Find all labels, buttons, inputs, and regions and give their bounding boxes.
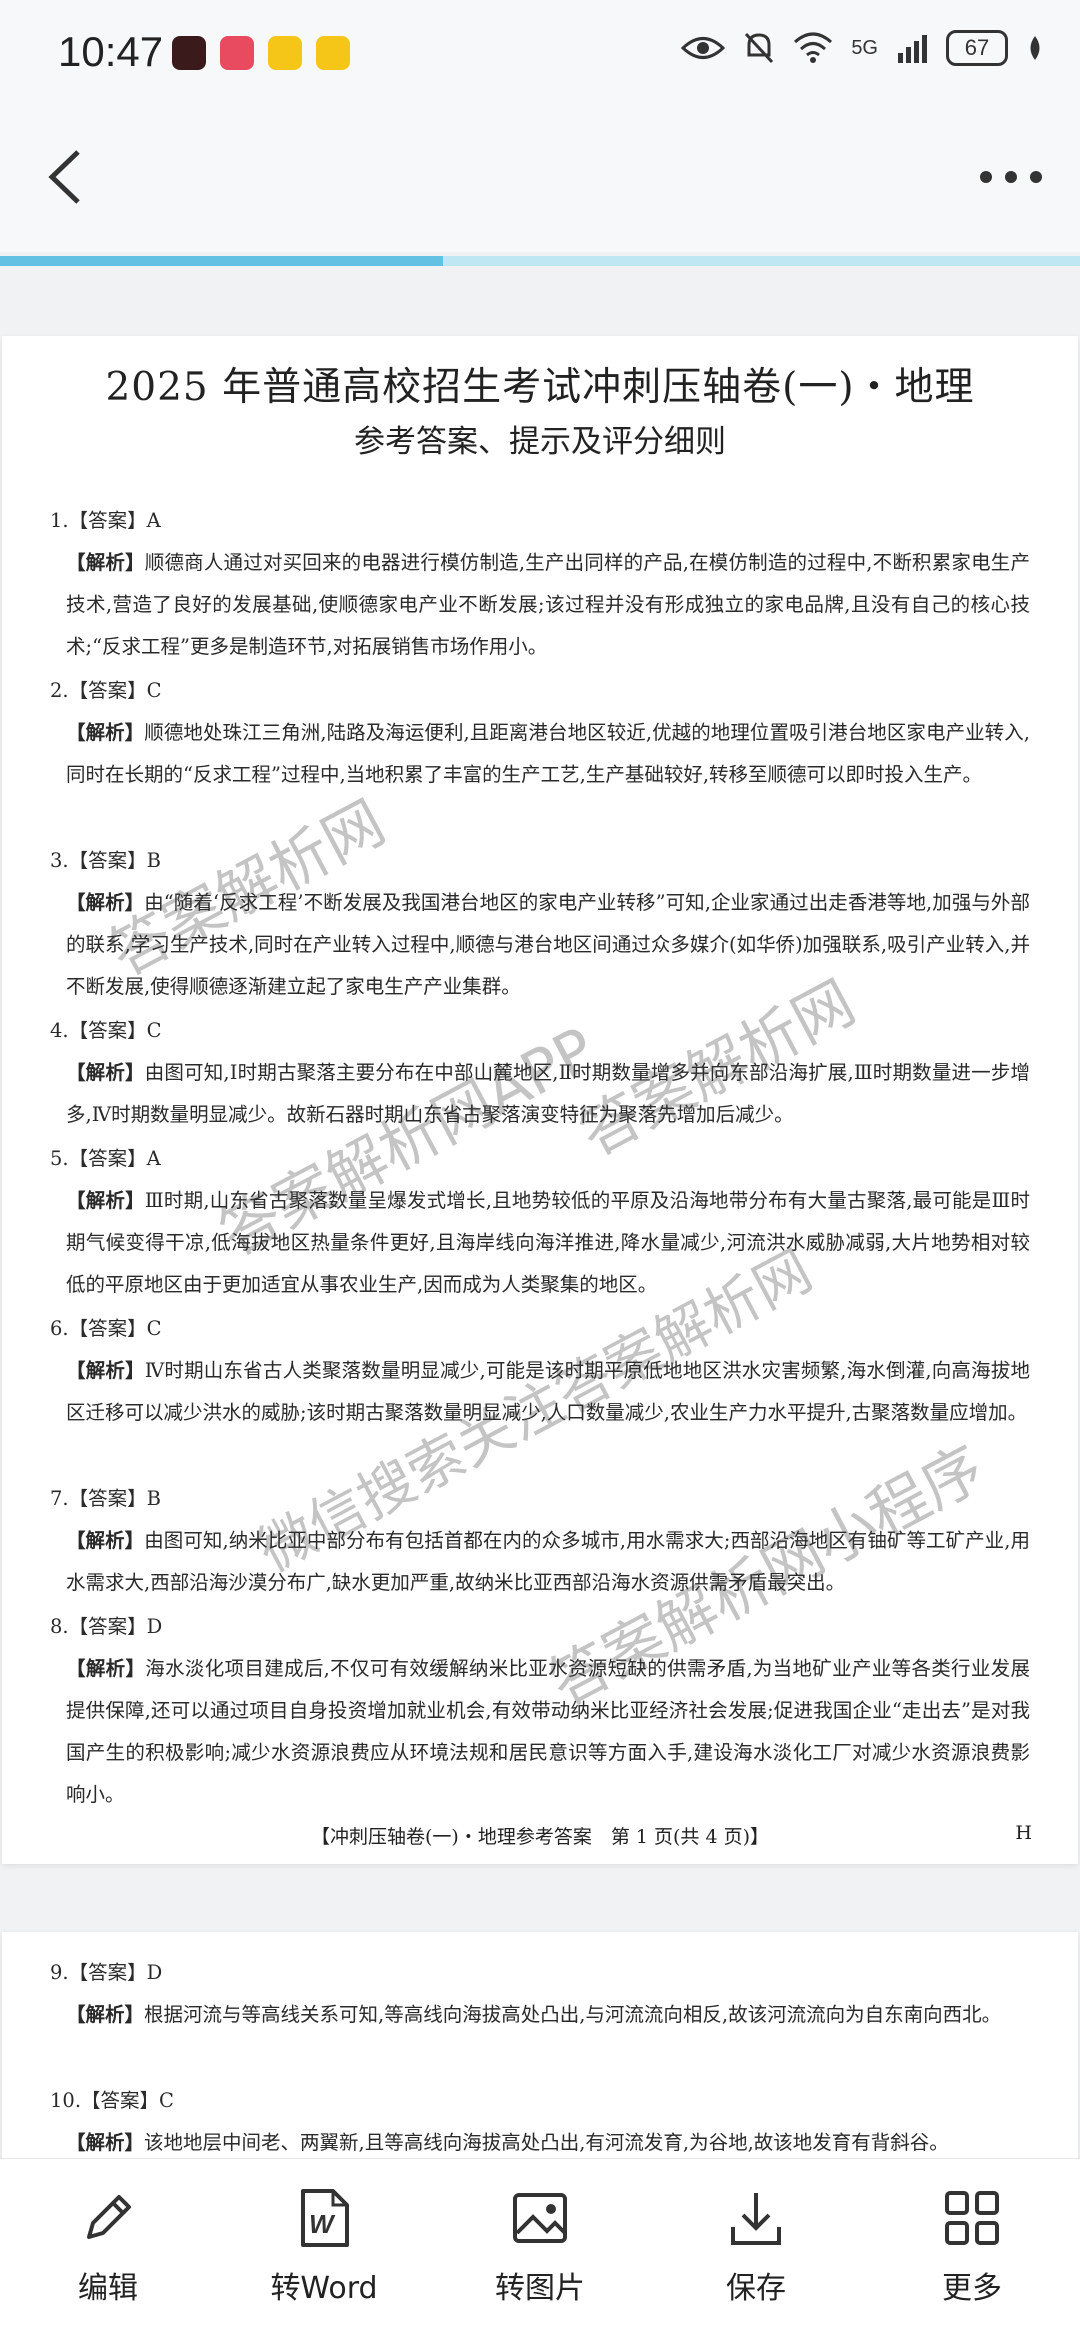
analysis-tag: 【解析】 bbox=[66, 2131, 145, 2154]
analysis-body: 海水淡化项目建成后,不仅可有效缓解纳米比亚水资源短缺的供需矛盾,为当地矿业产业等… bbox=[66, 1657, 1030, 1806]
wifi-icon bbox=[794, 32, 833, 63]
bottom-toolbar: 编辑 W 转Word 转图片 保存 更多 bbox=[0, 2158, 1080, 2341]
reading-progress-fill bbox=[0, 256, 443, 266]
download-icon bbox=[731, 2193, 781, 2245]
answer-line: 1.【答案】A bbox=[50, 509, 161, 532]
answer-line: 7.【答案】B bbox=[50, 1487, 161, 1510]
analysis-body: Ⅳ时期山东省古人类聚落数量明显减少,可能是该时期平原低地地区洪水灾害频繁,海水倒… bbox=[66, 1359, 1030, 1424]
analysis-body: 根据河流与等高线关系可知,等高线向海拔高处凸出,与河流流向相反,故该河流流向为自… bbox=[144, 2003, 1002, 2026]
analysis-text: 【解析】Ⅳ时期山东省古人类聚落数量明显减少,可能是该时期平原低地地区洪水灾害频繁… bbox=[50, 1350, 1030, 1434]
top-bar bbox=[0, 110, 1080, 252]
signal-icon bbox=[898, 35, 927, 63]
analysis-text: 【解析】Ⅲ时期,山东省古聚落数量呈爆发式增长,且地势较低的平原及沿海地带分布有大… bbox=[50, 1180, 1030, 1306]
question-1: 1.【答案】A 【解析】顺德商人通过对买回来的电器进行模仿制造,生产出同样的产品… bbox=[50, 500, 1030, 668]
analysis-body: 顺德商人通过对买回来的电器进行模仿制造,生产出同样的产品,在模仿制造的过程中,不… bbox=[66, 551, 1030, 658]
convert-to-image-label: 转图片 bbox=[495, 2271, 585, 2306]
clock: 10:47 bbox=[58, 28, 164, 75]
answer-line: 10.【答案】C bbox=[50, 2089, 174, 2112]
more-button[interactable]: 更多 bbox=[892, 2187, 1052, 2327]
pencil-icon bbox=[87, 2195, 131, 2239]
page-footer: 【冲刺压轴卷(一)・地理参考答案 第 1 页(共 4 页)】 bbox=[311, 1826, 769, 1848]
convert-to-word-label: 转Word bbox=[270, 2271, 378, 2306]
network-type: 5G bbox=[851, 36, 878, 59]
edit-button[interactable]: 编辑 bbox=[28, 2187, 188, 2327]
analysis-text: 【解析】由“随着‘反求工程’不断发展及我国港台地区的家电产业转移”可知,企业家通… bbox=[50, 882, 1030, 1008]
analysis-body: 由图可知,Ⅰ时期古聚落主要分布在中部山麓地区,Ⅱ时期数量增多并向东部沿海扩展,Ⅲ… bbox=[66, 1061, 1030, 1126]
analysis-body: 由图可知,纳米比亚中部分布有包括首都在内的众多城市,用水需求大;西部沿海地区有铀… bbox=[66, 1529, 1030, 1594]
answer-line: 6.【答案】C bbox=[50, 1317, 162, 1340]
analysis-tag: 【解析】 bbox=[66, 721, 145, 744]
meituan-notification-icon-2 bbox=[316, 36, 350, 70]
document-subtitle: 参考答案、提示及评分细则 bbox=[354, 424, 726, 460]
analysis-tag: 【解析】 bbox=[66, 1189, 145, 1212]
grid-menu-icon bbox=[945, 2191, 999, 2245]
analysis-body: Ⅲ时期,山东省古聚落数量呈爆发式增长,且地势较低的平原及沿海地带分布有大量古聚落… bbox=[66, 1189, 1030, 1296]
back-arrow-icon[interactable] bbox=[34, 142, 104, 212]
question-7: 7.【答案】B 【解析】由图可知,纳米比亚中部分布有包括首都在内的众多城市,用水… bbox=[50, 1478, 1030, 1604]
svg-text:W: W bbox=[309, 2209, 336, 2239]
document-page-1: 2025 年普通高校招生考试冲刺压轴卷(一)・地理 参考答案、提示及评分细则 1… bbox=[2, 336, 1078, 1864]
status-bar: 10:47 5G 67 bbox=[0, 0, 1080, 110]
answer-line: 5.【答案】A bbox=[50, 1147, 161, 1170]
answer-line: 8.【答案】D bbox=[50, 1615, 163, 1638]
battery-icon: 67 bbox=[946, 30, 1008, 66]
page-footer-mark: H bbox=[1015, 1822, 1032, 1844]
analysis-body: 由“随着‘反求工程’不断发展及我国港台地区的家电产业转移”可知,企业家通过出走香… bbox=[66, 891, 1030, 998]
analysis-text: 【解析】顺德商人通过对买回来的电器进行模仿制造,生产出同样的产品,在模仿制造的过… bbox=[50, 542, 1030, 668]
question-9: 9.【答案】D 【解析】根据河流与等高线关系可知,等高线向海拔高处凸出,与河流流… bbox=[50, 1952, 1030, 2036]
analysis-tag: 【解析】 bbox=[66, 2003, 145, 2026]
convert-to-image-button[interactable]: 转图片 bbox=[460, 2187, 620, 2327]
save-label: 保存 bbox=[726, 2271, 786, 2306]
analysis-tag: 【解析】 bbox=[66, 1529, 145, 1552]
question-4: 4.【答案】C 【解析】由图可知,Ⅰ时期古聚落主要分布在中部山麓地区,Ⅱ时期数量… bbox=[50, 1010, 1030, 1136]
analysis-text: 【解析】根据河流与等高线关系可知,等高线向海拔高处凸出,与河流流向相反,故该河流… bbox=[50, 1994, 1030, 2036]
question-10: 10.【答案】C 【解析】该地地层中间老、两翼新,且等高线向海拔高处凸出,有河流… bbox=[50, 2080, 1030, 2164]
analysis-text: 【解析】顺德地处珠江三角洲,陆路及海运便利,且距离港台地区较近,优越的地理位置吸… bbox=[50, 712, 1030, 796]
eye-icon bbox=[681, 37, 726, 59]
leaf-icon bbox=[1030, 36, 1040, 60]
app-notification-icon bbox=[172, 36, 206, 70]
meituan-notification-icon bbox=[268, 36, 302, 70]
status-icons: 5G 67 bbox=[681, 30, 1044, 66]
question-3: 3.【答案】B 【解析】由“随着‘反求工程’不断发展及我国港台地区的家电产业转移… bbox=[50, 840, 1030, 1008]
convert-to-word-button[interactable]: W 转Word bbox=[244, 2187, 404, 2327]
answer-line: 9.【答案】D bbox=[50, 1961, 163, 1984]
answer-line: 4.【答案】C bbox=[50, 1019, 162, 1042]
more-options-icon[interactable] bbox=[976, 162, 1046, 192]
document-page-2: 9.【答案】D 【解析】根据河流与等高线关系可知,等高线向海拔高处凸出,与河流流… bbox=[2, 1932, 1078, 2162]
analysis-text: 【解析】由图可知,纳米比亚中部分布有包括首都在内的众多城市,用水需求大;西部沿海… bbox=[50, 1520, 1030, 1604]
answer-line: 2.【答案】C bbox=[50, 679, 162, 702]
book-app-notification-icon bbox=[220, 36, 254, 70]
analysis-tag: 【解析】 bbox=[66, 1061, 145, 1084]
analysis-text: 【解析】海水淡化项目建成后,不仅可有效缓解纳米比亚水资源短缺的供需矛盾,为当地矿… bbox=[50, 1648, 1030, 1816]
document-title: 2025 年普通高校招生考试冲刺压轴卷(一)・地理 bbox=[105, 365, 975, 410]
analysis-body: 该地地层中间老、两翼新,且等高线向海拔高处凸出,有河流发育,为谷地,故该地发育有… bbox=[144, 2131, 949, 2154]
more-label: 更多 bbox=[942, 2271, 1002, 2306]
question-6: 6.【答案】C 【解析】Ⅳ时期山东省古人类聚落数量明显减少,可能是该时期平原低地… bbox=[50, 1308, 1030, 1434]
analysis-text: 【解析】由图可知,Ⅰ时期古聚落主要分布在中部山麓地区,Ⅱ时期数量增多并向东部沿海… bbox=[50, 1052, 1030, 1136]
reading-progress-bar bbox=[0, 256, 1080, 266]
word-document-icon: W bbox=[301, 2189, 349, 2247]
answer-line: 3.【答案】B bbox=[50, 849, 161, 872]
question-8: 8.【答案】D 【解析】海水淡化项目建成后,不仅可有效缓解纳米比亚水资源短缺的供… bbox=[50, 1606, 1030, 1816]
save-button[interactable]: 保存 bbox=[676, 2187, 836, 2327]
analysis-body: 顺德地处珠江三角洲,陆路及海运便利,且距离港台地区较近,优越的地理位置吸引港台地… bbox=[66, 721, 1030, 786]
edit-label: 编辑 bbox=[78, 2271, 138, 2306]
analysis-tag: 【解析】 bbox=[66, 1359, 145, 1382]
analysis-tag: 【解析】 bbox=[66, 891, 145, 914]
question-2: 2.【答案】C 【解析】顺德地处珠江三角洲,陆路及海运便利,且距离港台地区较近,… bbox=[50, 670, 1030, 796]
mute-icon bbox=[745, 32, 774, 64]
image-icon bbox=[513, 2193, 567, 2243]
analysis-tag: 【解析】 bbox=[66, 1657, 146, 1680]
analysis-tag: 【解析】 bbox=[66, 551, 145, 574]
question-5: 5.【答案】A 【解析】Ⅲ时期,山东省古聚落数量呈爆发式增长,且地势较低的平原及… bbox=[50, 1138, 1030, 1306]
